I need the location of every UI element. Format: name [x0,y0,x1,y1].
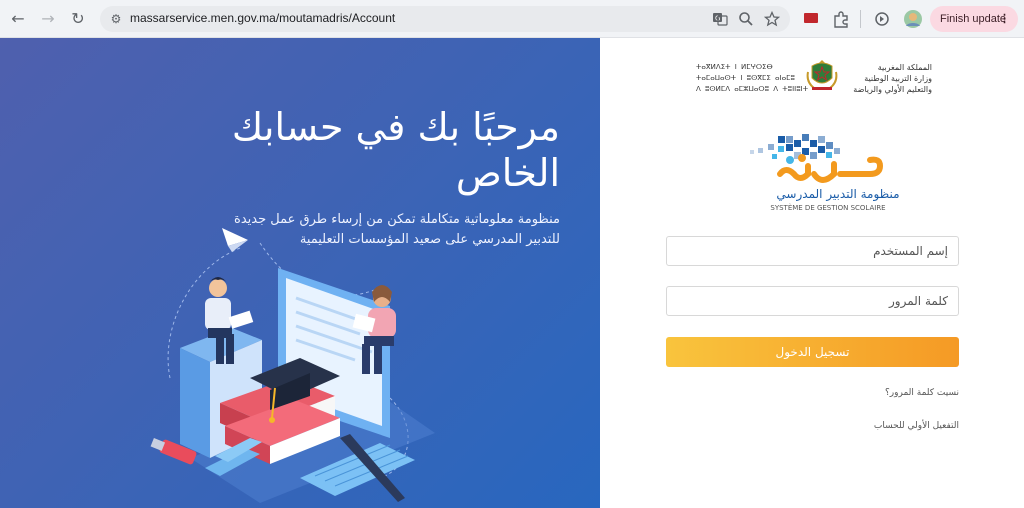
login-button[interactable]: تسجيل الدخول [666,337,959,367]
sync-icon[interactable] [873,10,891,28]
back-icon[interactable]: ← [6,7,30,31]
massar-logo: منظومة التدبير المدرسي SYSTÈME DE GESTIO… [750,134,900,212]
bookmark-star-icon[interactable] [763,10,781,27]
arabic-header-line: وزارة التربية الوطنية [864,74,932,83]
site-settings-icon[interactable]: ⚙ [108,11,124,27]
students-illustration [150,228,435,503]
profile-avatar-icon[interactable] [903,9,922,28]
ministry-name-arabic: المملكة المغربية وزارة التربية الوطنية و… [842,62,932,95]
password-input[interactable] [667,287,958,315]
tifinagh-line: ⴷ ⵓⵙⵍⵎⴷ ⴰⵎⵣⵡⴰⵔⵓ ⴷ ⵜⵓⵏⵏⵓⵏⵜ [696,85,809,93]
logo-subtitle-french: SYSTÈME DE GESTION SCOLAIRE [770,203,885,212]
password-field[interactable] [666,286,959,316]
finish-update-button[interactable]: Finish update ⋮ [930,6,1018,32]
forward-icon[interactable]: → [36,7,60,31]
toolbar-divider [860,10,861,28]
welcome-title: مرحبًا بك في حسابك الخاص [231,105,560,195]
address-bar[interactable]: ⚙ massarservice.men.gov.ma/moutamadris/A… [100,6,790,32]
arabic-header-line: المملكة المغربية [877,63,932,72]
more-menu-icon[interactable]: ⋮ [999,6,1010,32]
logo-subtitle-arabic: منظومة التدبير المدرسي [776,187,899,202]
extension-flag-icon[interactable] [803,10,821,28]
username-input[interactable] [667,237,958,265]
login-panel: ⵜⴰⴳⵍⴷⵉⵜ ⵏ ⵍⵎⵖⵔⵉⴱ ⵜⴰⵎⴰⵡⴰⵙⵜ ⵏ ⵓⵙⴳⵎⵉ ⴰⵏⴰⵎⵓ … [600,38,1024,508]
forgot-password-link[interactable]: نسيت كلمة المرور؟ [885,388,959,398]
username-field[interactable] [666,236,959,266]
arabic-header-line: والتعليم الأولي والرياضة [853,85,932,94]
moroccan-coat-of-arms-emblem [806,60,838,90]
url-text[interactable]: massarservice.men.gov.ma/moutamadris/Acc… [130,11,395,25]
translate-icon[interactable]: G [712,11,728,27]
zoom-icon[interactable] [738,11,754,27]
finish-update-label: Finish update [940,13,1007,25]
reload-icon[interactable]: ↻ [66,7,90,31]
first-activation-link[interactable]: التفعيل الأولي للحساب [874,421,959,431]
tifinagh-line: ⵜⴰⵎⴰⵡⴰⵙⵜ ⵏ ⵓⵙⴳⵎⵉ ⴰⵏⴰⵎⵓ [696,74,795,82]
browser-toolbar: ← → ↻ ⚙ massarservice.men.gov.ma/moutama… [0,0,1024,38]
ministry-name-tifinagh: ⵜⴰⴳⵍⴷⵉⵜ ⵏ ⵍⵎⵖⵔⵉⴱ ⵜⴰⵎⴰⵡⴰⵙⵜ ⵏ ⵓⵙⴳⵎⵉ ⴰⵏⴰⵎⵓ … [696,62,809,95]
tifinagh-line: ⵜⴰⴳⵍⴷⵉⵜ ⵏ ⵍⵎⵖⵔⵉⴱ [696,63,773,71]
welcome-hero: مرحبًا بك في حسابك الخاص منظومة معلوماتي… [0,38,600,508]
extensions-puzzle-icon[interactable] [832,10,850,28]
